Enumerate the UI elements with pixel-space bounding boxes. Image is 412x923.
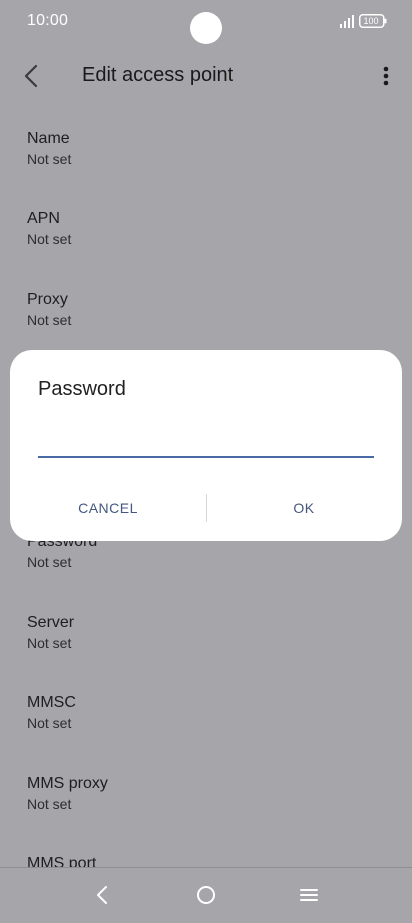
battery-level: 100 [363, 16, 379, 26]
nav-home-icon[interactable] [194, 883, 218, 907]
setting-value: Not set [27, 635, 72, 651]
nav-recent-apps-icon[interactable] [298, 884, 320, 906]
setting-value: Not set [27, 715, 72, 731]
setting-value: Not set [27, 796, 72, 812]
password-input[interactable] [38, 434, 374, 458]
setting-password[interactable]: Password Not set [27, 532, 387, 592]
setting-value: Not set [27, 554, 72, 570]
setting-title: APN [27, 210, 60, 227]
setting-server[interactable]: Server Not set [27, 613, 387, 673]
cancel-button[interactable]: CANCEL [10, 490, 206, 526]
nav-back-icon[interactable] [92, 884, 114, 906]
status-bar: 10:00 100 [0, 0, 412, 44]
setting-value: Not set [27, 231, 72, 247]
setting-mmsc[interactable]: MMSC Not set [27, 693, 387, 753]
dialog-title: Password [38, 378, 126, 400]
ok-button[interactable]: OK [206, 490, 402, 526]
setting-title: MMS proxy [27, 775, 108, 792]
setting-name[interactable]: Name Not set [27, 129, 387, 189]
camera-cutout [190, 12, 222, 44]
password-dialog: Password CANCEL OK [10, 350, 402, 541]
setting-proxy[interactable]: Proxy Not set [27, 290, 387, 350]
setting-value: Not set [27, 312, 72, 328]
battery-icon: 100 [359, 14, 387, 28]
setting-value: Not set [27, 151, 72, 167]
setting-mms-proxy[interactable]: MMS proxy Not set [27, 774, 387, 834]
signal-icon [340, 15, 354, 28]
status-time: 10:00 [27, 12, 69, 29]
more-options-icon[interactable] [376, 64, 396, 88]
page-title: Edit access point [82, 64, 234, 86]
back-arrow-icon[interactable] [18, 62, 46, 90]
setting-title: Proxy [27, 291, 68, 308]
setting-apn[interactable]: APN Not set [27, 209, 387, 269]
navigation-bar [0, 867, 412, 923]
setting-title: Server [27, 614, 75, 631]
setting-title: MMSC [27, 694, 76, 711]
setting-title: Name [27, 130, 70, 147]
app-bar: Edit access point [0, 52, 412, 102]
